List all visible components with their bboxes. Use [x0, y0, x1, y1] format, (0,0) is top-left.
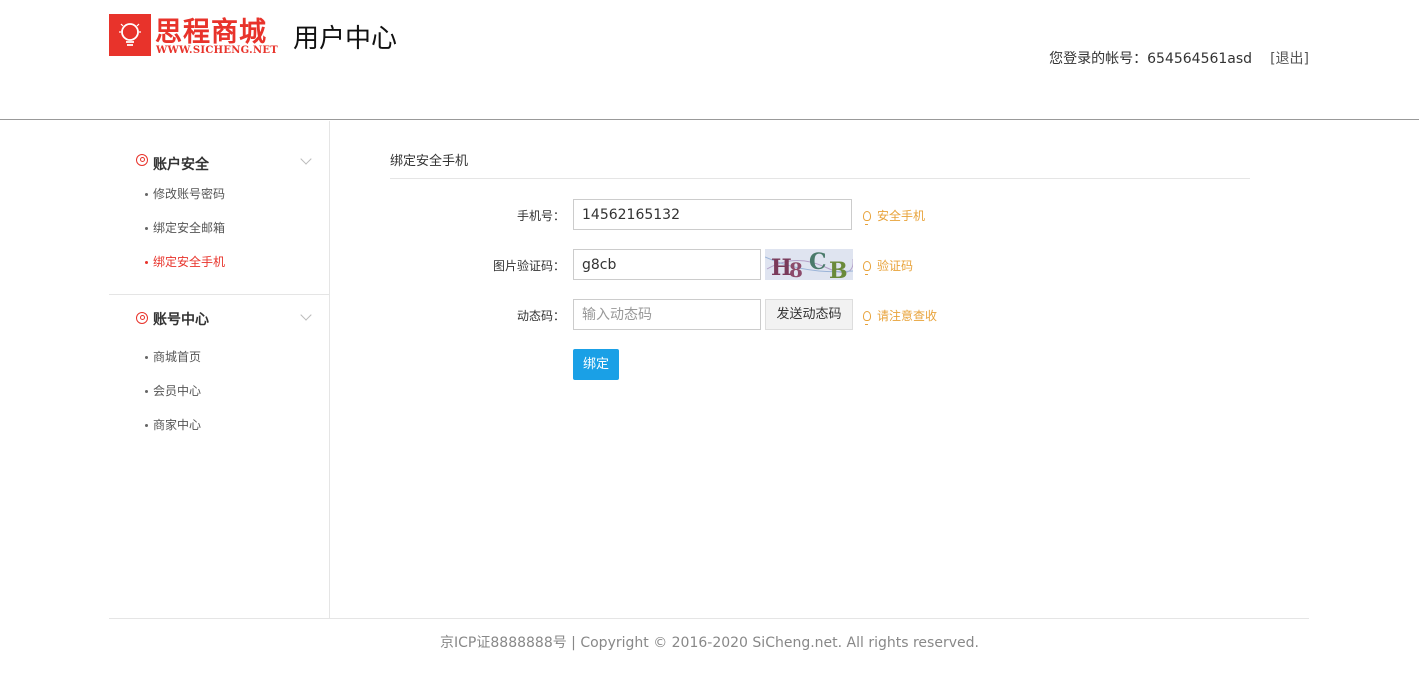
page-header: 思程商城 WWW.SICHENG.NET 用户中心 您登录的帐号：6545645… [0, 0, 1419, 120]
captcha-hint: 验证码 [863, 257, 914, 275]
menu-head-label: 账户安全 [153, 157, 209, 173]
phone-hint: 安全手机 [863, 207, 926, 225]
sidebar: 账户安全 修改账号密码 绑定安全邮箱 绑定安全手机 账号中心 商城首页 会员中心… [109, 121, 330, 618]
logout-link[interactable]: [退出] [1270, 51, 1309, 67]
page-title: 用户中心 [293, 24, 398, 54]
captcha-char: 8 [789, 258, 803, 280]
sidebar-item-bind-email[interactable]: 绑定安全邮箱 [109, 211, 329, 245]
captcha-image[interactable]: H 8 C B [765, 249, 853, 280]
captcha-input[interactable] [573, 249, 761, 280]
footer-copyright: 京ICP证8888888号 | Copyright © 2016-2020 Si… [440, 635, 979, 651]
user-circle-icon [136, 312, 148, 324]
sidebar-item-mall-home[interactable]: 商城首页 [109, 340, 330, 374]
captcha-label: 图片验证码： [492, 259, 565, 273]
sidebar-item-bind-phone[interactable]: 绑定安全手机 [109, 245, 329, 279]
user-circle-icon [136, 154, 148, 166]
logo-badge [109, 14, 151, 56]
dynamic-code-input[interactable] [573, 299, 761, 330]
captcha-hint-text: 验证码 [877, 259, 914, 273]
chevron-down-icon[interactable] [300, 153, 312, 165]
lightbulb-icon [863, 311, 871, 325]
menu-group-account-center: 账号中心 商城首页 会员中心 商家中心 [109, 295, 329, 432]
bind-button[interactable]: 绑定 [573, 349, 619, 380]
lightbulb-icon [863, 211, 871, 225]
panel-divider [390, 178, 1250, 179]
lightbulb-icon [863, 261, 871, 275]
phone-hint-text: 安全手机 [877, 209, 926, 223]
account-info: 您登录的帐号：654564561asd [退出] [1049, 48, 1309, 68]
phone-label: 手机号： [516, 209, 565, 223]
logo-name: 思程商城 [155, 17, 267, 48]
menu-head-account-security[interactable]: 账户安全 [109, 121, 329, 177]
phone-input[interactable] [573, 199, 852, 230]
captcha-char: C [809, 249, 827, 275]
sidebar-item-merchant-center[interactable]: 商家中心 [109, 408, 330, 442]
panel-title: 绑定安全手机 [390, 154, 469, 169]
footer-divider [109, 618, 1309, 619]
chevron-down-icon[interactable] [300, 309, 312, 321]
dynamic-code-hint: 请注意查收 [863, 307, 938, 325]
captcha-graphic: H 8 C B [765, 249, 853, 280]
dynamic-code-hint-text: 请注意查收 [877, 309, 938, 323]
menu-group-account-security: 账户安全 修改账号密码 绑定安全邮箱 绑定安全手机 [109, 121, 329, 295]
sidebar-item-member-center[interactable]: 会员中心 [109, 374, 330, 408]
lightbulb-logo-icon [119, 23, 141, 46]
menu-head-label: 账号中心 [153, 312, 209, 328]
dynamic-code-label: 动态码： [516, 309, 565, 323]
logo-url: WWW.SICHENG.NET [156, 45, 279, 56]
site-logo[interactable]: 思程商城 WWW.SICHENG.NET [109, 14, 278, 60]
captcha-char: B [829, 258, 848, 280]
account-label: 您登录的帐号：654564561asd [1049, 51, 1253, 67]
send-code-button[interactable]: 发送动态码 [765, 299, 853, 330]
sidebar-item-change-password[interactable]: 修改账号密码 [109, 177, 329, 211]
